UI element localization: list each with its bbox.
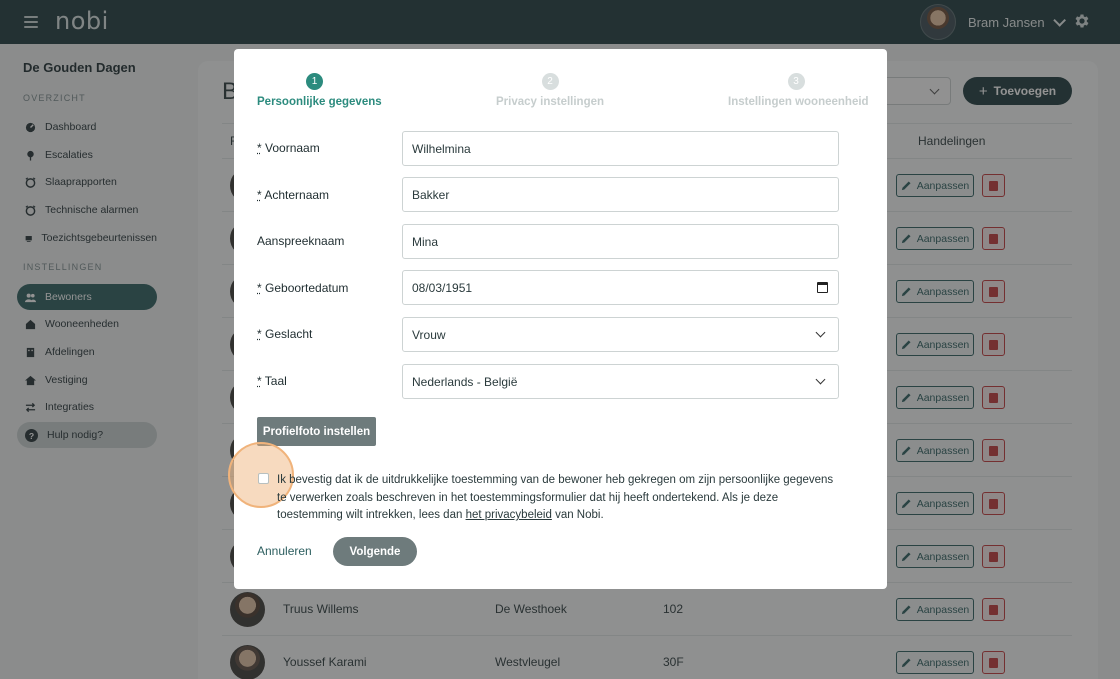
chevron-down-icon [815, 327, 826, 338]
step-number: 3 [787, 73, 805, 90]
taal-label: * Taal [257, 374, 287, 388]
select-value: Vrouw [412, 327, 446, 342]
field-label-text: Taal [264, 374, 287, 388]
required-marker: * [257, 281, 262, 295]
achternaam-label: * Achternaam [257, 188, 329, 202]
voornaam-label: * Voornaam [257, 141, 320, 155]
step-number: 1 [306, 73, 323, 90]
required-marker: * [257, 374, 262, 388]
step-number: 2 [541, 73, 559, 90]
profile-photo-button[interactable]: Profielfoto instellen [257, 417, 376, 446]
consent-text-part: van Nobi. [551, 509, 604, 522]
step-label: Privacy instellingen [496, 96, 605, 108]
step-3: 3 Instellingen wooneenheid [728, 73, 869, 108]
required-marker: * [257, 188, 262, 202]
consent-text: Ik bevestig dat ik de uitdrukkelijke toe… [277, 472, 837, 525]
step-label: Instellingen wooneenheid [728, 96, 869, 108]
geboortedatum-field[interactable]: 08/03/1951 [402, 270, 839, 305]
taal-select[interactable]: Nederlands - België [402, 364, 839, 399]
date-value: 08/03/1951 [412, 280, 473, 295]
step-2: 2 Privacy instellingen [496, 73, 604, 108]
field-label-text: Geboortedatum [265, 281, 349, 295]
geslacht-label: * Geslacht [257, 327, 312, 341]
field-label-text: Achternaam [264, 188, 330, 202]
required-marker: * [257, 141, 262, 155]
step-1: 1 Persoonlijke gegevens [257, 73, 382, 108]
chevron-down-icon [815, 374, 826, 385]
required-marker: * [257, 327, 262, 341]
consent-checkbox[interactable] [258, 473, 269, 484]
aanspreeknaam-label: Aanspreeknaam [257, 234, 345, 248]
next-button[interactable]: Volgende [333, 537, 417, 566]
privacy-policy-link[interactable]: het privacybeleid [466, 509, 552, 521]
geboortedatum-label: * Geboortedatum [257, 281, 348, 295]
select-value: Nederlands - België [412, 374, 518, 389]
calendar-icon[interactable] [817, 282, 828, 293]
field-label-text: Voornaam [265, 141, 320, 155]
geslacht-select[interactable]: Vrouw [402, 317, 839, 352]
field-label-text: Geslacht [265, 327, 313, 341]
achternaam-field[interactable] [402, 177, 839, 212]
voornaam-field[interactable] [402, 131, 839, 166]
aanspreeknaam-field[interactable] [402, 224, 839, 259]
add-resident-modal: 1 Persoonlijke gegevens 2 Privacy instel… [228, 49, 887, 589]
cancel-button[interactable]: Annuleren [257, 544, 312, 558]
step-label: Persoonlijke gegevens [257, 96, 382, 108]
